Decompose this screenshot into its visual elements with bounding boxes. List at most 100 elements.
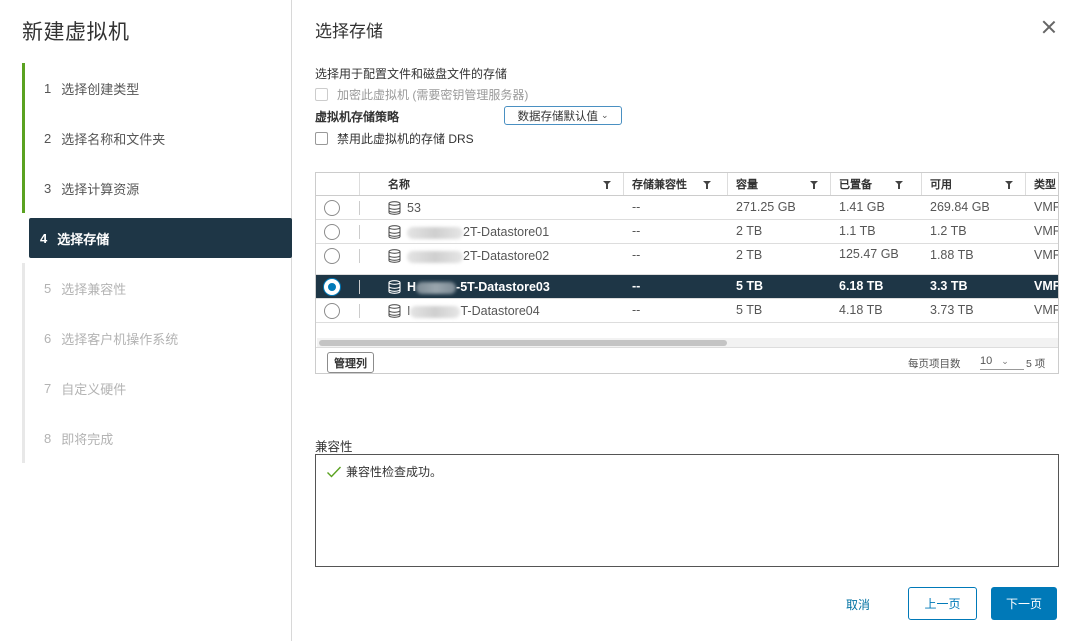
capacity-cell: 2 TB bbox=[736, 248, 763, 262]
type-cell: VMFS 6 bbox=[1034, 279, 1058, 293]
step-select-storage[interactable]: 4 选择存储 bbox=[29, 218, 292, 258]
capacity-cell: 5 TB bbox=[736, 279, 764, 293]
datastore-name: I T-Datastore04 bbox=[388, 303, 540, 318]
redacted-text bbox=[407, 226, 463, 239]
redacted-text bbox=[407, 250, 463, 263]
row-radio[interactable] bbox=[324, 303, 340, 319]
datastore-icon bbox=[388, 201, 401, 215]
type-cell: VMFS 6 bbox=[1034, 248, 1058, 262]
datastore-name: 2T-Datastore02 bbox=[388, 248, 549, 263]
column-header-label: 存储兼容性 bbox=[632, 179, 687, 191]
column-header-name[interactable]: 名称 bbox=[360, 173, 624, 195]
step-select-name-folder[interactable]: 2 选择名称和文件夹 bbox=[22, 113, 292, 163]
datastore-icon bbox=[388, 280, 401, 294]
datastore-table-body: 名称 存储兼容性 容量 已置备 可用 类型 53 -- 271.25 GB 1.… bbox=[316, 173, 1058, 323]
column-header-free[interactable]: 可用 bbox=[922, 173, 1026, 195]
step-label: 选择兼容性 bbox=[61, 281, 127, 297]
step-number: 4 bbox=[40, 230, 48, 246]
table-row-selected[interactable]: H -5T-Datastore03 -- 5 TB 6.18 TB 3.3 TB… bbox=[316, 275, 1058, 299]
step-label: 选择计算资源 bbox=[61, 181, 140, 197]
page-size-select[interactable]: 10 ⌄ bbox=[980, 355, 1024, 370]
step-select-creation-type[interactable]: 1 选择创建类型 bbox=[22, 63, 292, 113]
step-label: 选择客户机操作系统 bbox=[61, 331, 179, 347]
compat-cell: -- bbox=[632, 200, 641, 214]
disable-drs-option[interactable]: 禁用此虚拟机的存储 DRS bbox=[315, 130, 474, 147]
chevron-down-icon: ⌄ bbox=[1001, 356, 1009, 366]
datastore-name-cell: 2T-Datastore01 bbox=[360, 220, 624, 243]
row-select[interactable] bbox=[316, 196, 360, 219]
row-radio[interactable] bbox=[324, 248, 340, 264]
table-footer: 管理列 每页项目数 10 ⌄ 5 项 bbox=[316, 347, 1058, 373]
step-number: 8 bbox=[44, 430, 52, 446]
table-header: 名称 存储兼容性 容量 已置备 可用 类型 bbox=[316, 173, 1058, 196]
table-row[interactable]: I T-Datastore04 -- 5 TB 4.18 TB 3.73 TB … bbox=[316, 299, 1058, 323]
row-select[interactable] bbox=[316, 220, 360, 243]
type-cell: VMFS 6 bbox=[1034, 224, 1058, 238]
step-select-compute-resource[interactable]: 3 选择计算资源 bbox=[22, 163, 292, 213]
check-icon bbox=[326, 465, 342, 479]
free-cell: 1.2 TB bbox=[930, 224, 967, 238]
storage-policy-select[interactable]: 数据存储默认值 ⌄ bbox=[504, 106, 622, 125]
row-radio[interactable] bbox=[324, 224, 340, 240]
filter-icon[interactable] bbox=[810, 181, 818, 189]
table-row[interactable]: 2T-Datastore01 -- 2 TB 1.1 TB 1.2 TB VMF… bbox=[316, 220, 1058, 244]
datastore-name: 53 bbox=[388, 200, 421, 215]
datastore-name-text: -5T-Datastore03 bbox=[456, 279, 550, 294]
page-title: 选择存储 bbox=[315, 22, 383, 41]
step-label: 选择存储 bbox=[57, 231, 110, 247]
wizard-title: 新建虚拟机 bbox=[22, 21, 130, 44]
column-header-type[interactable]: 类型 bbox=[1026, 173, 1058, 195]
filter-icon[interactable] bbox=[895, 181, 903, 189]
cancel-button[interactable]: 取消 bbox=[846, 596, 870, 613]
back-button[interactable]: 上一页 bbox=[908, 587, 977, 620]
step-label: 自定义硬件 bbox=[61, 381, 127, 397]
compat-cell: -- bbox=[632, 248, 641, 262]
datastore-name: H -5T-Datastore03 bbox=[388, 279, 550, 294]
manage-columns-button[interactable]: 管理列 bbox=[327, 352, 374, 373]
row-select[interactable] bbox=[316, 275, 360, 298]
row-select[interactable] bbox=[316, 299, 360, 322]
datastore-table: 名称 存储兼容性 容量 已置备 可用 类型 53 -- 271.25 GB 1.… bbox=[315, 172, 1059, 374]
compat-cell: -- bbox=[632, 224, 641, 238]
column-header-label: 名称 bbox=[388, 179, 410, 191]
step-label: 即将完成 bbox=[61, 431, 114, 447]
datastore-name-cell: 53 bbox=[360, 196, 624, 219]
type-cell: VMFS 6 bbox=[1034, 303, 1058, 317]
row-radio[interactable] bbox=[324, 200, 340, 216]
wizard-steps: 1 选择创建类型 2 选择名称和文件夹 3 选择计算资源 4 选择存储 5 选择… bbox=[22, 63, 292, 463]
next-button[interactable]: 下一页 bbox=[991, 587, 1057, 620]
scrollbar-thumb[interactable] bbox=[319, 340, 727, 346]
filter-icon[interactable] bbox=[703, 181, 711, 189]
column-header-provisioned[interactable]: 已置备 bbox=[831, 173, 922, 195]
row-select[interactable] bbox=[316, 244, 360, 274]
step-select-compatibility: 5 选择兼容性 bbox=[22, 263, 292, 313]
page-size-label: 每页项目数 bbox=[908, 358, 961, 370]
filter-icon[interactable] bbox=[603, 181, 611, 189]
horizontal-scrollbar[interactable] bbox=[317, 338, 1058, 347]
compatibility-message-text: 兼容性检查成功。 bbox=[346, 465, 443, 479]
datastore-name-cell: 2T-Datastore02 bbox=[360, 244, 624, 274]
item-count: 5 项 bbox=[1026, 358, 1046, 370]
capacity-cell: 271.25 GB bbox=[736, 200, 796, 214]
row-radio-checked[interactable] bbox=[324, 279, 340, 295]
datastore-icon bbox=[388, 304, 401, 318]
close-icon[interactable] bbox=[1040, 18, 1058, 36]
step-label: 选择名称和文件夹 bbox=[61, 131, 166, 147]
disable-drs-checkbox[interactable] bbox=[315, 132, 328, 145]
step-number: 7 bbox=[44, 380, 52, 396]
free-cell: 3.73 TB bbox=[930, 303, 974, 317]
step-number: 2 bbox=[44, 130, 52, 146]
table-row[interactable]: 53 -- 271.25 GB 1.41 GB 269.84 GB VMFS 6 bbox=[316, 196, 1058, 220]
redacted-text bbox=[410, 305, 461, 318]
datastore-name: 2T-Datastore01 bbox=[388, 224, 549, 239]
wizard-sidebar: 新建虚拟机 1 选择创建类型 2 选择名称和文件夹 3 选择计算资源 4 选择存… bbox=[0, 0, 292, 641]
step-number: 5 bbox=[44, 280, 52, 296]
column-header-compat[interactable]: 存储兼容性 bbox=[624, 173, 728, 195]
column-header-capacity[interactable]: 容量 bbox=[728, 173, 831, 195]
compat-cell: -- bbox=[632, 303, 641, 317]
datastore-name-cell: I T-Datastore04 bbox=[360, 299, 624, 322]
free-cell: 269.84 GB bbox=[930, 200, 990, 214]
provisioned-cell: 4.18 TB bbox=[839, 303, 883, 317]
filter-icon[interactable] bbox=[1005, 181, 1013, 189]
table-row[interactable]: 2T-Datastore02 -- 2 TB 125.47 GB 1.88 TB… bbox=[316, 244, 1058, 275]
